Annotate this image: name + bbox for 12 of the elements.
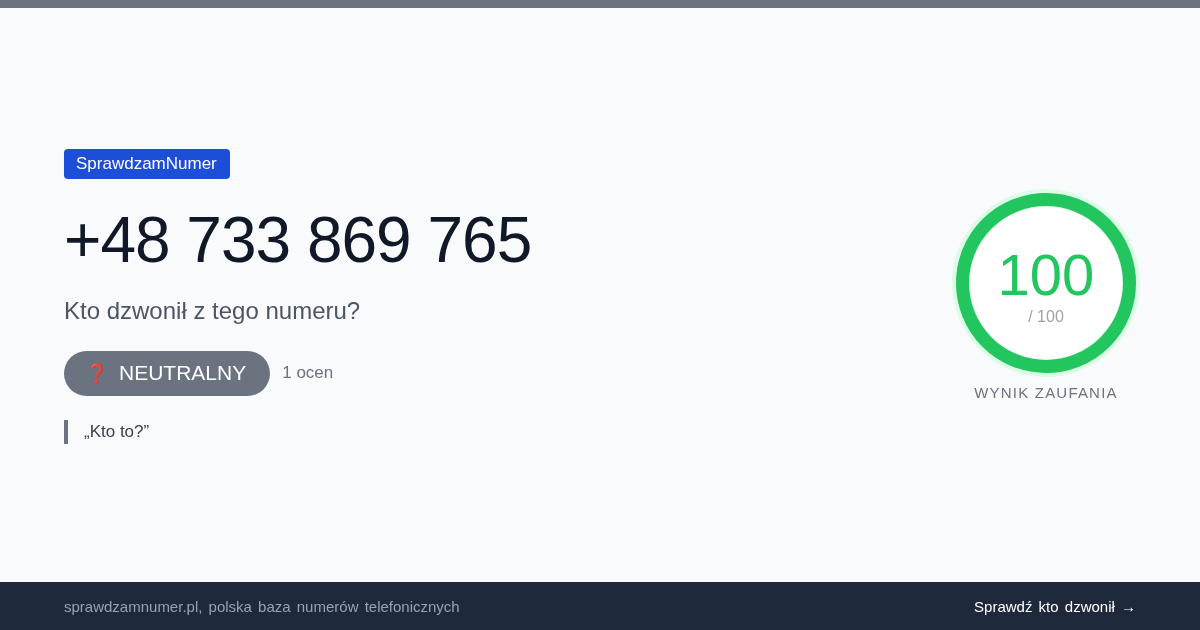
- subtitle: Kto dzwonił z tego numeru?: [64, 296, 361, 325]
- question-mark-icon: ❓: [85, 363, 109, 383]
- brand-tag: SprawdzamNumer: [64, 148, 230, 179]
- verdict-label: NEUTRALNY: [119, 361, 247, 385]
- score-label: WYNIK ZAUFANIA: [974, 383, 1118, 401]
- quote: „Kto to?”: [64, 419, 150, 444]
- footer-text: sprawdzamnumer.pl, polska baza numerów telefonicznych: [64, 597, 460, 615]
- score-max: / 100: [1028, 306, 1064, 327]
- phone-number: +48 733 869 765: [64, 204, 532, 275]
- rating-count: 1 ocen: [282, 363, 334, 383]
- score-value: 100: [997, 244, 1095, 305]
- check-caller-link[interactable]: Sprawdź kto dzwonił →: [974, 597, 1136, 615]
